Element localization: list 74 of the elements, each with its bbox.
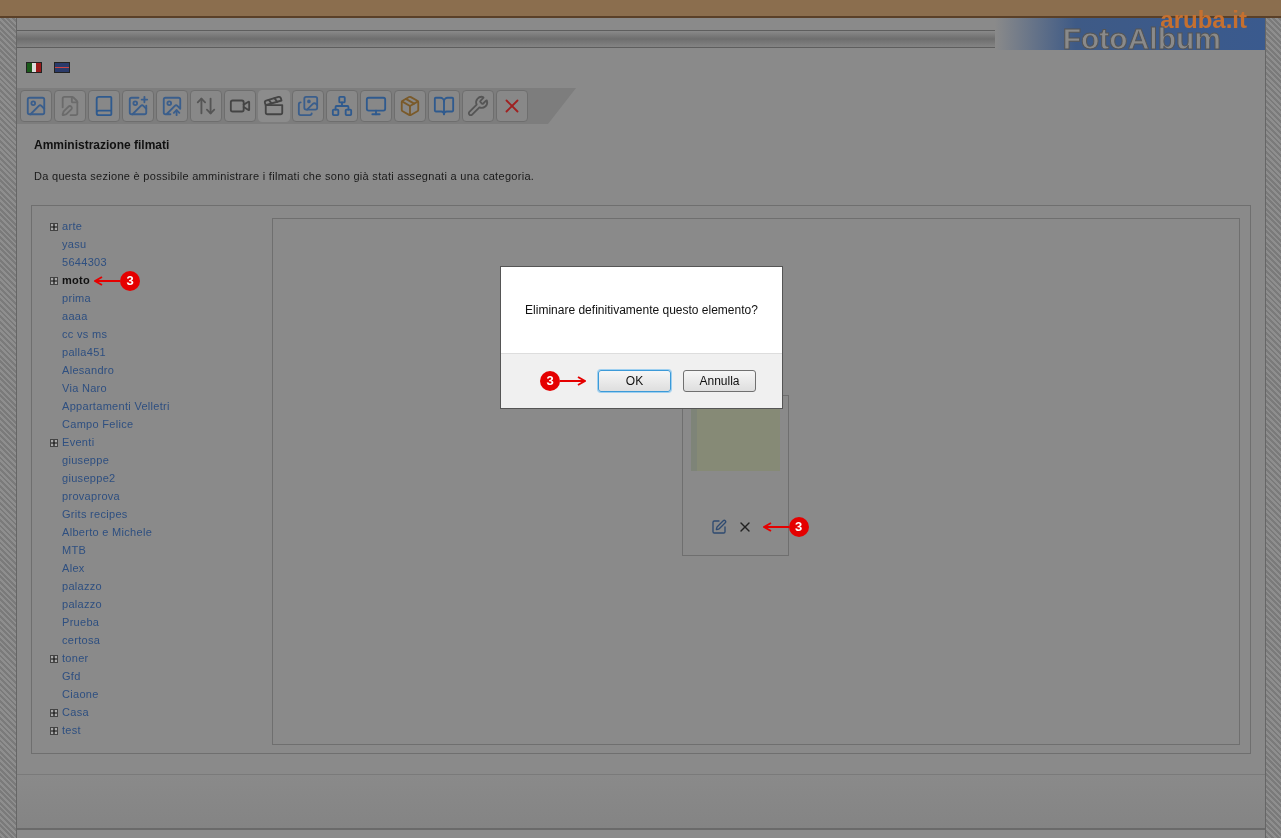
tools-icon: [467, 95, 489, 117]
category-link[interactable]: Via Naro: [62, 380, 107, 397]
callout-arrow: [762, 521, 789, 532]
edit-icon[interactable]: [710, 518, 727, 535]
up-down-arrows-icon: [195, 95, 217, 117]
english-flag-icon[interactable]: [54, 62, 70, 73]
toolbar-button[interactable]: [156, 90, 188, 122]
callout-number: 3: [540, 370, 560, 391]
picture-plus-icon: [127, 95, 149, 117]
page-title: Amministrazione filmati: [33, 137, 171, 154]
category-link[interactable]: provaprova: [62, 488, 121, 505]
category-link[interactable]: palazzo: [62, 578, 102, 595]
category-link[interactable]: giuseppe2: [62, 470, 116, 487]
category-link[interactable]: certosa: [62, 632, 101, 649]
toolbar-button[interactable]: [462, 90, 494, 122]
category-link[interactable]: test: [62, 722, 81, 739]
callout-arrow: [560, 375, 586, 386]
toolbar-button[interactable]: [292, 90, 324, 122]
pictures-icon: [297, 95, 319, 117]
category-link[interactable]: palazzo: [62, 596, 102, 613]
category-link[interactable]: Ciaone: [62, 686, 99, 703]
network-icon: [331, 95, 353, 117]
toolbar-button[interactable]: [394, 90, 426, 122]
dialog-message: Eliminare definitivamente questo elemento?: [524, 301, 759, 319]
cancel-button[interactable]: Annulla: [683, 369, 756, 392]
toolbar-button[interactable]: [54, 90, 86, 122]
expand-icon[interactable]: [50, 654, 58, 663]
picture-icon: [25, 95, 47, 117]
expand-icon[interactable]: [50, 726, 58, 735]
callout-number: 3: [120, 270, 141, 291]
category-link[interactable]: Appartamenti Velletri: [62, 398, 170, 415]
toolbar-button[interactable]: [88, 90, 120, 122]
box-icon: [399, 95, 421, 117]
category-link[interactable]: Alberto e Michele: [62, 524, 153, 541]
category-link[interactable]: Gfd: [62, 668, 81, 685]
book-icon: [93, 95, 115, 117]
callout-arrow: [94, 275, 121, 286]
category-link[interactable]: Campo Felice: [62, 416, 134, 433]
expand-icon[interactable]: [50, 438, 58, 447]
italian-flag-icon[interactable]: [26, 62, 42, 73]
category-link[interactable]: MTB: [62, 542, 87, 559]
category-link[interactable]: arte: [62, 218, 83, 235]
toolbar-button[interactable]: [360, 90, 392, 122]
toolbar-button[interactable]: [224, 90, 256, 122]
category-link[interactable]: prima: [62, 290, 91, 307]
monitor-icon: [365, 95, 387, 117]
toolbar-button[interactable]: [190, 90, 222, 122]
category-link[interactable]: palla451: [62, 344, 106, 361]
toolbar-button[interactable]: [326, 90, 358, 122]
category-link[interactable]: Grits recipes: [62, 506, 128, 523]
ok-button[interactable]: OK: [598, 369, 671, 392]
category-link[interactable]: Eventi: [62, 434, 95, 451]
category-link[interactable]: toner: [62, 650, 89, 667]
toolbar-button[interactable]: [428, 90, 460, 122]
category-link[interactable]: yasu: [62, 236, 87, 253]
category-link[interactable]: Alesandro: [62, 362, 115, 379]
category-link[interactable]: Prueba: [62, 614, 100, 631]
category-link[interactable]: 5644303: [62, 254, 107, 271]
toolbar-button[interactable]: [20, 90, 52, 122]
expand-icon[interactable]: [50, 222, 58, 231]
expand-icon[interactable]: [50, 708, 58, 717]
expand-icon[interactable]: [50, 276, 58, 285]
toolbar-button[interactable]: [122, 90, 154, 122]
category-link[interactable]: giuseppe: [62, 452, 110, 469]
toolbar-button[interactable]: [496, 90, 528, 122]
category-link[interactable]: cc vs ms: [62, 326, 108, 343]
category-link[interactable]: moto: [62, 272, 91, 289]
category-link[interactable]: Casa: [62, 704, 89, 721]
toolbar-button[interactable]: [258, 90, 290, 122]
page-description: Da questa sezione è possibile amministrare i filmati che sono già stati assegnati a una categoria.: [33, 169, 536, 184]
category-link[interactable]: Alex: [62, 560, 85, 577]
callout-number: 3: [788, 516, 809, 537]
notepad-pencil-icon: [59, 95, 81, 117]
category-link[interactable]: aaaa: [62, 308, 88, 325]
